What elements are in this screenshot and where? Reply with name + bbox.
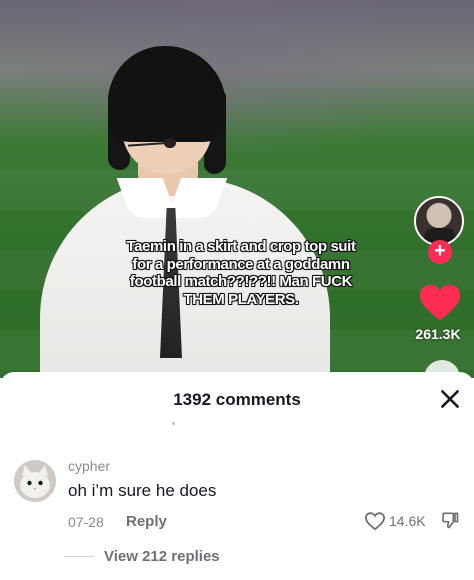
video-player[interactable]: Taemin in a skirt and crop top suit for … (0, 0, 474, 378)
comment-username[interactable]: cypher (68, 458, 110, 474)
heart-outline-icon[interactable] (364, 511, 386, 531)
headset-mic (164, 138, 176, 148)
view-replies-button[interactable]: View 212 replies (104, 548, 220, 565)
performer-figure (0, 0, 474, 378)
heart-icon[interactable] (418, 282, 462, 322)
performer-hair (108, 46, 226, 142)
comments-count-title: 1392 comments (173, 390, 301, 409)
comment-date: 07-28 (68, 514, 104, 530)
reply-button[interactable]: Reply (126, 513, 167, 530)
follow-button[interactable]: + (428, 240, 452, 264)
comment-like-count: 14.6K (389, 513, 426, 529)
cat-avatar-icon (14, 460, 56, 502)
thumbs-down-icon[interactable] (440, 510, 460, 530)
video-caption: Taemin in a skirt and crop top suit for … (126, 238, 356, 308)
comments-sheet: 1392 comments cypher oh i’m sure he does… (0, 372, 474, 580)
like-count: 261.3K (415, 326, 461, 342)
avatar[interactable] (14, 460, 56, 502)
divider-dot (172, 422, 175, 425)
close-icon[interactable] (437, 386, 463, 412)
creator-avatar[interactable] (414, 196, 464, 246)
comment-text: oh i’m sure he does (68, 481, 217, 500)
replies-divider (64, 556, 94, 557)
